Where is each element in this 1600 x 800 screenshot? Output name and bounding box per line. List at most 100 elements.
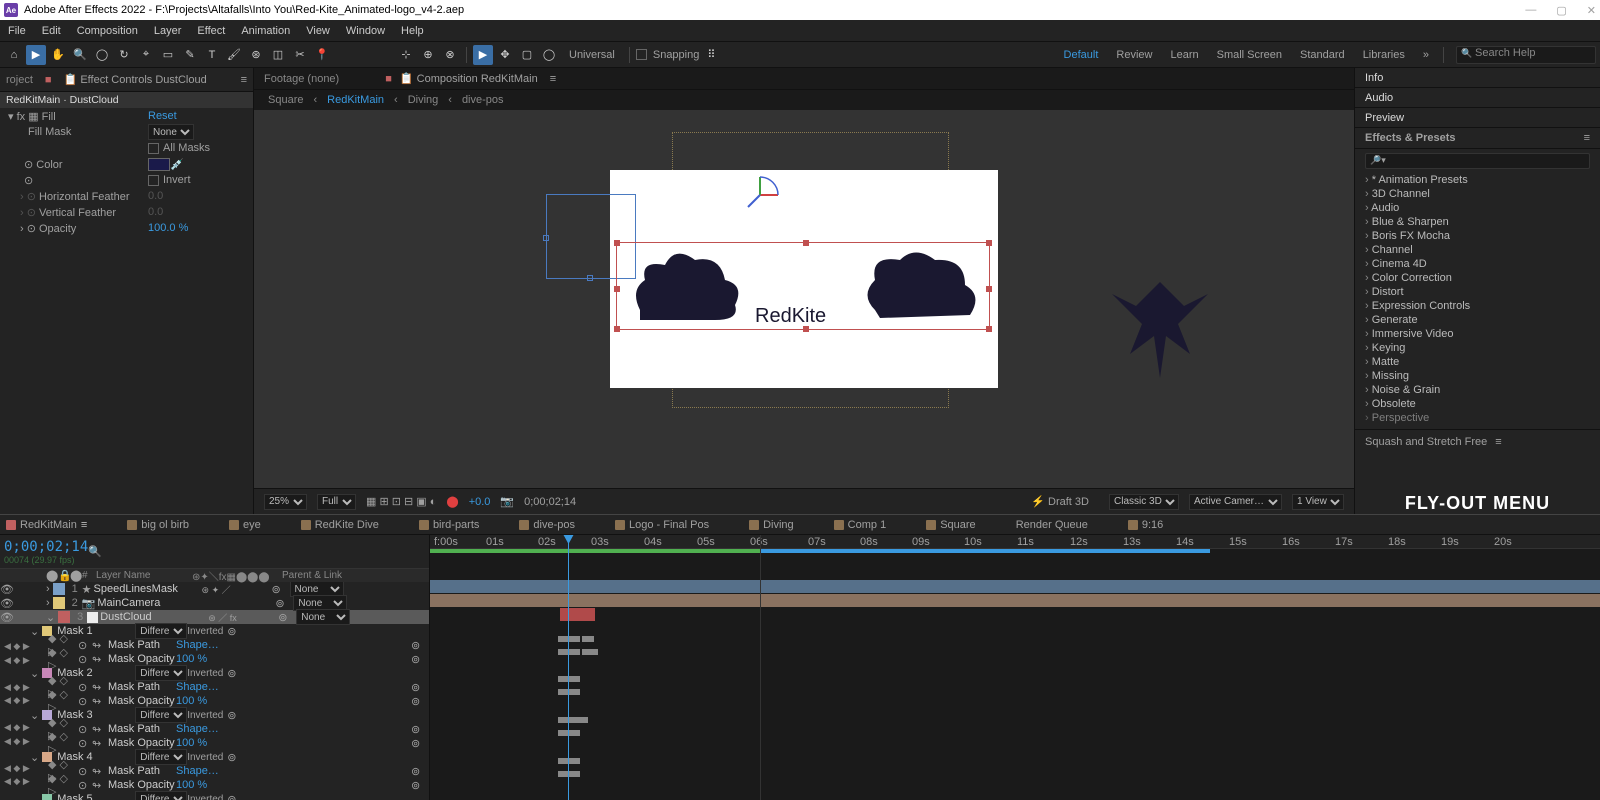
mask-mode-dd[interactable]: Differen… (135, 665, 187, 681)
snapshot-icon[interactable]: 📷 (500, 495, 514, 508)
zoom-dropdown[interactable]: 25% (264, 494, 307, 510)
timecode[interactable]: 0;00;02;14 (4, 539, 88, 555)
bc-redkitmain[interactable]: RedKitMain (327, 94, 384, 106)
kf-strip[interactable] (558, 771, 580, 777)
cat-noise-grain[interactable]: Noise & Grain (1355, 383, 1600, 397)
menu-file[interactable]: File (8, 25, 26, 37)
color-label[interactable]: ⊙ Color (8, 158, 148, 171)
rotate-tool[interactable]: ↻ (114, 45, 134, 65)
kf-strip[interactable] (582, 649, 598, 655)
cat-animation-presets[interactable]: * Animation Presets (1355, 173, 1600, 187)
effect-controls-tab[interactable]: 📋 Effect Controls DustCloud (64, 73, 207, 86)
menu-effect[interactable]: Effect (197, 25, 225, 37)
bc-square[interactable]: Square (268, 94, 303, 106)
tl-tab-916[interactable]: 9:16 (1128, 519, 1163, 531)
opacity-value[interactable]: 100.0 % (148, 222, 188, 234)
cat-cinema4d[interactable]: Cinema 4D (1355, 257, 1600, 271)
tl-tab-square[interactable]: Square (926, 519, 975, 531)
roto-tool[interactable]: ✂ (290, 45, 310, 65)
cat-missing[interactable]: Missing (1355, 369, 1600, 383)
mask-prop-row[interactable]: ◆ ◇ ▷⊙↬Mask Opacity100 %⊚ (0, 652, 429, 666)
type-tool[interactable]: T (202, 45, 222, 65)
mask-row[interactable]: ⌄Mask 5Differen…Inverted⊚ (0, 792, 429, 800)
tl-tab-bigolbirb[interactable]: big ol birb (127, 519, 189, 531)
menu-window[interactable]: Window (346, 25, 385, 37)
time-ruler[interactable]: f:00s01s02s03s04s05s06s07s08s09s10s11s12… (430, 535, 1600, 549)
kf-strip[interactable] (558, 689, 580, 695)
tl-tab-birdparts[interactable]: bird-parts (419, 519, 479, 531)
camera-dropdown[interactable]: Active Camer… (1189, 494, 1282, 510)
ws-review[interactable]: Review (1108, 49, 1160, 61)
home-tool[interactable]: ⌂ (4, 45, 24, 65)
info-panel-header[interactable]: Info (1355, 68, 1600, 88)
ws-default[interactable]: Default (1056, 49, 1107, 61)
cat-expression-controls[interactable]: Expression Controls (1355, 299, 1600, 313)
kf-strip[interactable] (558, 636, 580, 642)
cat-generate[interactable]: Generate (1355, 313, 1600, 327)
views-dropdown[interactable]: 1 View (1292, 494, 1344, 510)
tl-tab-divepos[interactable]: dive-pos (519, 519, 575, 531)
kf-strip[interactable] (582, 636, 594, 642)
squash-stretch-item[interactable]: Squash and Stretch Free ≡ (1355, 429, 1600, 453)
cat-blur-sharpen[interactable]: Blue & Sharpen (1355, 215, 1600, 229)
renderer-dropdown[interactable]: Classic 3D (1109, 494, 1179, 510)
tl-tab-eye[interactable]: eye (229, 519, 261, 531)
h-feather-value[interactable]: 0.0 (148, 190, 163, 202)
kf-strip[interactable] (558, 758, 580, 764)
all-masks-checkbox[interactable] (148, 143, 159, 154)
3d-gizmo-icon[interactable] (740, 175, 780, 215)
ws-smallscreen[interactable]: Small Screen (1209, 49, 1290, 61)
bar-maincamera[interactable] (430, 594, 1600, 607)
tl-search-icon[interactable]: 🔍 (88, 545, 102, 558)
exposure-value[interactable]: +0.0 (469, 496, 491, 508)
orbit-tool[interactable]: ◯ (92, 45, 112, 65)
footage-tab[interactable]: Footage (none) (264, 73, 339, 85)
composition-tab[interactable]: 📋 Composition RedKitMain (400, 72, 538, 85)
effects-presets-header[interactable]: Effects & Presets≡ (1355, 128, 1600, 148)
resolution-dropdown[interactable]: Full (317, 494, 356, 510)
ucs-tool[interactable]: ⌖ (136, 45, 156, 65)
snap-opts-icon[interactable]: ⠿ (701, 45, 721, 65)
selection-tool[interactable]: ▶ (26, 45, 46, 65)
cat-distort[interactable]: Distort (1355, 285, 1600, 299)
v-feather-value[interactable]: 0.0 (148, 206, 163, 218)
menu-composition[interactable]: Composition (77, 25, 138, 37)
parent-dd-3[interactable]: None (296, 609, 350, 625)
color-swatch[interactable] (148, 158, 170, 171)
brush-tool[interactable]: 🖌 (224, 45, 244, 65)
cat-boris-fx[interactable]: Boris FX Mocha (1355, 229, 1600, 243)
timeline-track-area[interactable]: f:00s01s02s03s04s05s06s07s08s09s10s11s12… (430, 535, 1600, 800)
3d-box-tool[interactable]: ▢ (517, 45, 537, 65)
mask-mode-dd[interactable]: Differen… (135, 707, 187, 723)
cat-audio[interactable]: Audio (1355, 201, 1600, 215)
fill-mask-dropdown[interactable]: None (148, 124, 194, 140)
cat-color-correction[interactable]: Color Correction (1355, 271, 1600, 285)
tl-tab-diving[interactable]: Diving (749, 519, 794, 531)
preview-panel-header[interactable]: Preview (1355, 108, 1600, 128)
layer-speedlinesmask[interactable]: 👁›1★SpeedLinesMask⊛ ✦ ／⊚None (0, 582, 429, 596)
kf-strip[interactable] (558, 730, 580, 736)
cat-channel[interactable]: Channel (1355, 243, 1600, 257)
mask-mode-dd[interactable]: Differen… (135, 749, 187, 765)
hand-tool[interactable]: ✋ (48, 45, 68, 65)
cat-immersive-video[interactable]: Immersive Video (1355, 327, 1600, 341)
menu-view[interactable]: View (306, 25, 330, 37)
pen-tool[interactable]: ✎ (180, 45, 200, 65)
menu-edit[interactable]: Edit (42, 25, 61, 37)
move-icon[interactable]: ✥ (495, 45, 515, 65)
rect-tool[interactable]: ▭ (158, 45, 178, 65)
layer-dustcloud[interactable]: 👁⌄3DustCloud⊛ ／ fx⊚None (0, 610, 429, 624)
mask-prop-row[interactable]: ◆ ◇ ▷⊙↬Mask Opacity100 %⊚ (0, 736, 429, 750)
minimize-icon[interactable]: — (1525, 4, 1536, 17)
tl-tab-redkitedive[interactable]: RedKite Dive (301, 519, 379, 531)
layer-maincamera[interactable]: 👁›2📷MainCamera⊚None (0, 596, 429, 610)
axis-view-icon[interactable]: ⊗ (440, 45, 460, 65)
mask-mode-dd[interactable]: Differen… (135, 623, 187, 639)
effects-search-input[interactable]: 🔎▾ (1365, 153, 1590, 170)
play-icon[interactable]: ▶ (473, 45, 493, 65)
tl-tab-redkitmain[interactable]: RedKitMain ≡ (6, 519, 87, 531)
close-icon[interactable]: ✕ (1587, 4, 1596, 17)
footer-timecode[interactable]: 0;00;02;14 (524, 496, 576, 508)
fx-reset[interactable]: Reset (148, 110, 177, 122)
ws-standard[interactable]: Standard (1292, 49, 1353, 61)
